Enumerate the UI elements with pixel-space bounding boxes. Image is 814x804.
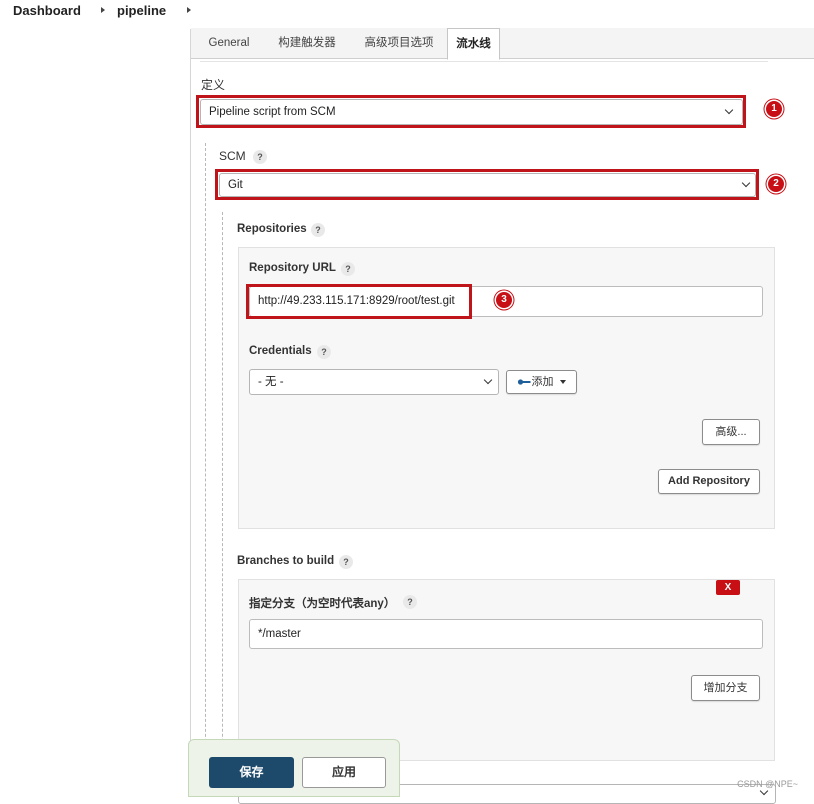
config-tab-strip: General 构建触发器 高级项目选项 流水线 bbox=[191, 28, 814, 60]
add-repository-button[interactable]: Add Repository bbox=[658, 469, 760, 494]
annotation-badge-2: 2 bbox=[768, 176, 784, 192]
breadcrumb-dashboard[interactable]: Dashboard bbox=[13, 3, 81, 18]
annotation-badge-1: 1 bbox=[766, 101, 782, 117]
definition-label: 定义 bbox=[201, 78, 226, 92]
left-panel bbox=[0, 29, 190, 797]
scm-guide-line bbox=[222, 212, 223, 797]
annotation-box-scm bbox=[215, 169, 759, 200]
chevron-down-icon bbox=[483, 375, 493, 385]
breadcrumb-caret-icon[interactable] bbox=[101, 7, 105, 13]
scm-label: SCM bbox=[219, 149, 246, 163]
tab-divider bbox=[200, 61, 768, 62]
branch-specifier-input[interactable]: */master bbox=[249, 619, 763, 649]
breadcrumb-caret-icon[interactable] bbox=[187, 7, 191, 13]
add-credentials-label: 添加 bbox=[531, 376, 554, 388]
annotation-badge-3: 3 bbox=[496, 292, 512, 308]
key-icon bbox=[518, 379, 531, 385]
credentials-select[interactable]: - 无 - bbox=[249, 369, 499, 395]
credentials-help-icon[interactable]: ? bbox=[317, 345, 331, 359]
save-button[interactable]: 保存 bbox=[209, 757, 294, 788]
branch-specifier-label: 指定分支（为空时代表any） bbox=[249, 598, 396, 610]
add-branch-button[interactable]: 增加分支 bbox=[691, 675, 760, 701]
credentials-label: Credentials bbox=[249, 345, 312, 357]
branches-help-icon[interactable]: ? bbox=[339, 555, 353, 569]
repository-url-help-icon[interactable]: ? bbox=[341, 262, 355, 276]
credentials-select-value: - 无 - bbox=[258, 376, 284, 388]
tab-pipeline[interactable]: 流水线 bbox=[447, 28, 500, 60]
scm-help-icon[interactable]: ? bbox=[253, 150, 267, 164]
repository-url-label: Repository URL bbox=[249, 262, 336, 274]
content-border bbox=[190, 29, 191, 797]
advanced-button[interactable]: 高级... bbox=[702, 419, 760, 445]
apply-button[interactable]: 应用 bbox=[302, 757, 386, 788]
tab-advanced-project-options[interactable]: 高级项目选项 bbox=[354, 28, 444, 59]
tab-build-triggers[interactable]: 构建触发器 bbox=[268, 28, 346, 59]
branch-specifier-value: */master bbox=[258, 628, 301, 640]
section-guide-line bbox=[205, 143, 206, 797]
repositories-label: Repositories bbox=[237, 223, 307, 235]
repositories-help-icon[interactable]: ? bbox=[311, 223, 325, 237]
caret-down-icon bbox=[559, 380, 566, 385]
watermark: CSDN @NPE~ bbox=[737, 779, 798, 789]
breadcrumb-pipeline[interactable]: pipeline bbox=[117, 3, 166, 18]
add-credentials-button[interactable]: 添加 bbox=[506, 370, 577, 394]
tab-general[interactable]: General bbox=[198, 28, 260, 59]
delete-branch-button[interactable]: X bbox=[716, 580, 740, 595]
annotation-box-definition bbox=[196, 95, 746, 128]
branch-specifier-help-icon[interactable]: ? bbox=[403, 595, 417, 609]
branches-label: Branches to build bbox=[237, 555, 335, 567]
annotation-box-url bbox=[246, 284, 472, 319]
